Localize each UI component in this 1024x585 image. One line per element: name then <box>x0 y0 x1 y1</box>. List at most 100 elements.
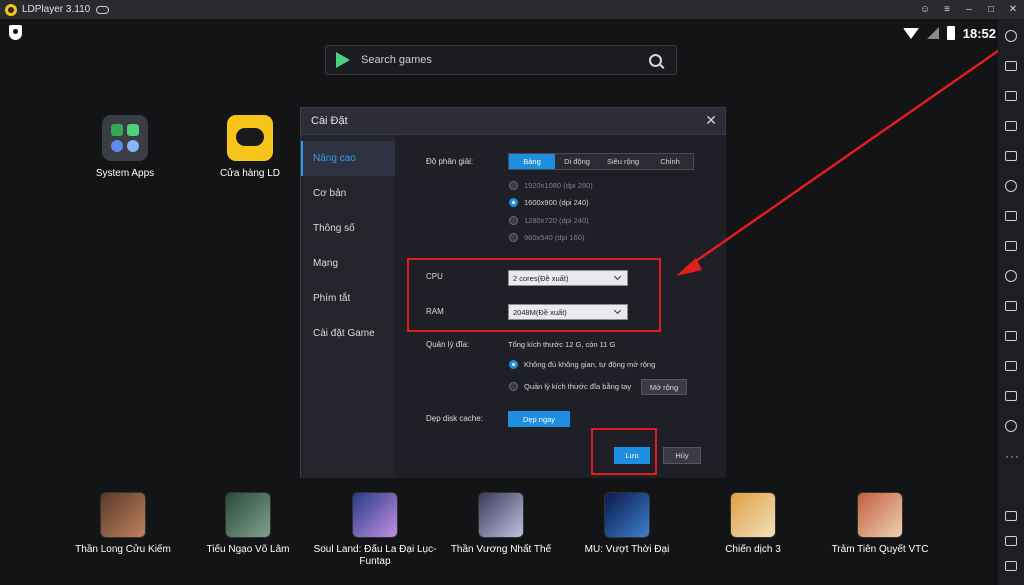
ld-store-icon[interactable] <box>227 115 273 161</box>
game-shortcut[interactable]: Chiến dịch 3 <box>688 492 818 556</box>
resolution-mode-tabs: Bảng Di động Siêu rộng Chỉnh <box>508 153 694 170</box>
nav-item-cai-dat-game[interactable]: Cài đặt Game <box>301 316 395 351</box>
search-bar[interactable]: Search games <box>325 45 677 75</box>
resolution-option[interactable]: 1280x720 (dpi 240) <box>509 216 589 225</box>
window-titlebar: LDPlayer 3.110 ☺ ≡ – □ ✕ <box>0 0 1024 19</box>
disk-label: Quản lý đĩa: <box>426 340 470 349</box>
save-highlight-box <box>591 428 657 475</box>
close-window-button[interactable]: ✕ <box>1002 0 1024 19</box>
radio-button[interactable] <box>509 216 518 225</box>
record-icon[interactable] <box>1004 179 1018 193</box>
mode-tab-sieu-rong[interactable]: Siêu rộng <box>599 154 647 169</box>
home-icon[interactable] <box>1004 534 1018 548</box>
gamepad-icon[interactable] <box>96 5 110 14</box>
disk-size-info: Tổng kích thước 12 G, còn 11 G <box>508 340 616 349</box>
sync-icon[interactable] <box>1004 329 1018 343</box>
search-icon[interactable] <box>649 53 662 67</box>
minimize-button[interactable]: – <box>958 0 980 19</box>
resolution-option-label: 1920x1080 (dpi 280) <box>524 181 593 190</box>
video-icon[interactable] <box>1004 299 1018 313</box>
shield-icon <box>9 25 22 40</box>
wifi-icon <box>902 27 919 39</box>
nav-item-nang-cao[interactable]: Nâng cao <box>301 141 395 176</box>
game-label: Thần Vương Nhất Thế <box>450 544 552 555</box>
right-toolbar: ··· <box>998 19 1024 585</box>
game-icon[interactable] <box>730 492 776 538</box>
app-title: LDPlayer 3.110 <box>22 4 91 15</box>
game-shortcut[interactable]: MU: Vượt Thời Đại <box>562 492 692 556</box>
radio-button-selected[interactable] <box>509 198 518 207</box>
game-shortcut[interactable]: Trảm Tiên Quyết VTC <box>815 492 945 556</box>
cache-label: Dẹp disk cache: <box>426 414 483 423</box>
game-icon[interactable] <box>478 492 524 538</box>
disk-manual-option[interactable]: Quản lý kích thước đĩa bằng tay <box>509 382 631 391</box>
resolution-option[interactable]: 960x540 (dpi 160) <box>509 233 584 242</box>
game-label: Thần Long Cửu Kiếm <box>75 544 171 555</box>
game-shortcut[interactable]: Thần Vương Nhất Thế <box>436 492 566 556</box>
disk-auto-expand-label: Không đủ không gian, tự động mở rộng <box>524 360 656 369</box>
nav-item-phim-tat[interactable]: Phím tắt <box>301 281 395 316</box>
volume-up-icon[interactable] <box>1004 89 1018 103</box>
volume-down-icon[interactable] <box>1004 119 1018 133</box>
system-apps-label: System Apps <box>95 168 155 179</box>
game-label: Trảm Tiên Quyết VTC <box>831 544 929 555</box>
maximize-button[interactable]: □ <box>980 0 1002 19</box>
screenshot-icon[interactable] <box>1004 239 1018 253</box>
resolution-option-selected[interactable]: 1600x900 (dpi 240) <box>509 198 589 207</box>
game-label: MU: Vượt Thời Đại <box>584 544 670 555</box>
dialog-close-icon[interactable]: ✕ <box>705 113 717 127</box>
system-apps-shortcut[interactable]: System Apps <box>85 115 165 179</box>
game-icon[interactable] <box>857 492 903 538</box>
game-shortcut[interactable]: Soul Land: Đấu La Đại Lục-Funtap <box>310 492 440 568</box>
add-apk-icon[interactable] <box>1004 209 1018 223</box>
resolution-option-label: 1600x900 (dpi 240) <box>524 198 589 207</box>
play-store-icon <box>336 52 350 68</box>
account-icon[interactable]: ☺ <box>914 0 936 19</box>
nav-item-mang[interactable]: Mạng <box>301 246 395 281</box>
disk-manual-label: Quản lý kích thước đĩa bằng tay <box>524 382 632 391</box>
expand-disk-button[interactable]: Mở rộng <box>641 379 687 395</box>
multi-instance-icon[interactable] <box>1004 389 1018 403</box>
radio-button-selected[interactable] <box>509 360 518 369</box>
scissors-icon[interactable] <box>1004 269 1018 283</box>
recent-apps-icon[interactable] <box>1004 559 1018 573</box>
cpu-ram-highlight-box <box>407 258 661 332</box>
disk-auto-expand-option[interactable]: Không đủ không gian, tự động mở rộng <box>509 360 655 369</box>
resolution-option[interactable]: 1920x1080 (dpi 280) <box>509 181 593 190</box>
game-icon[interactable] <box>604 492 650 538</box>
game-icon[interactable] <box>352 492 398 538</box>
dialog-header: Cài Đặt ✕ <box>301 108 725 135</box>
nav-item-co-ban[interactable]: Cơ bản <box>301 176 395 211</box>
game-label: Chiến dịch 3 <box>725 544 781 555</box>
game-shortcut[interactable]: Thần Long Cửu Kiếm <box>58 492 188 556</box>
shake-icon[interactable] <box>1004 359 1018 373</box>
fullscreen-icon[interactable] <box>1004 149 1018 163</box>
radio-button[interactable] <box>509 233 518 242</box>
menu-icon[interactable]: ≡ <box>936 0 958 19</box>
game-icon[interactable] <box>100 492 146 538</box>
mode-tab-bang[interactable]: Bảng <box>509 154 555 169</box>
radio-button[interactable] <box>509 382 518 391</box>
more-icon[interactable]: ··· <box>1004 449 1019 463</box>
game-shortcut[interactable]: Tiếu Ngạo Võ Lâm <box>183 492 313 556</box>
mode-tab-di-dong[interactable]: Di động <box>555 154 599 169</box>
search-input[interactable]: Search games <box>361 54 649 66</box>
keyboard-icon[interactable] <box>1004 59 1018 73</box>
ld-store-shortcut[interactable]: Cửa hàng LD <box>210 115 290 179</box>
resolution-option-label: 960x540 (dpi 160) <box>524 233 585 242</box>
game-icon[interactable] <box>225 492 271 538</box>
nav-item-thong-so[interactable]: Thông số <box>301 211 395 246</box>
system-apps-icon[interactable] <box>102 115 148 161</box>
location-icon[interactable] <box>1004 419 1018 433</box>
cancel-button[interactable]: Hủy <box>663 447 701 464</box>
dialog-title: Cài Đặt <box>311 115 348 127</box>
mode-tab-chinh[interactable]: Chỉnh <box>647 154 693 169</box>
back-icon[interactable] <box>1004 509 1018 523</box>
status-clock: 18:52 <box>962 25 996 41</box>
game-label: Tiếu Ngạo Võ Lâm <box>206 544 290 555</box>
resolution-label: Độ phân giải: <box>426 157 474 166</box>
settings-gear-icon[interactable] <box>1004 29 1018 43</box>
radio-button[interactable] <box>509 181 518 190</box>
game-label: Soul Land: Đấu La Đại Lục-Funtap <box>313 544 437 567</box>
clear-cache-button[interactable]: Dẹp ngay <box>508 411 570 427</box>
